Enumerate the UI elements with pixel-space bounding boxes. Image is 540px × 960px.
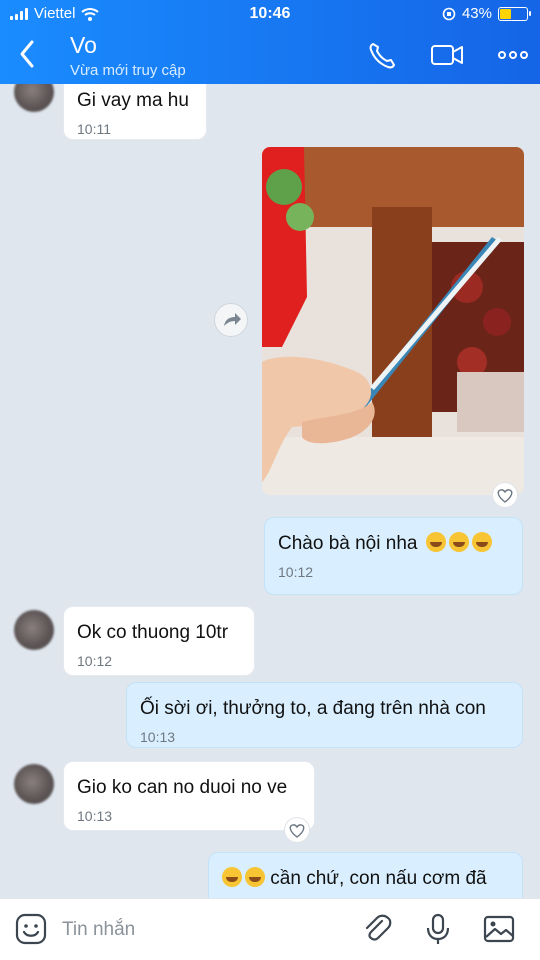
battery-percent: 43% [461, 5, 492, 22]
message-text: cần chứ, con nấu cơm đã [270, 868, 487, 889]
share-icon [224, 313, 241, 326]
react-button[interactable] [284, 817, 310, 843]
message-time: 10:12 [77, 653, 113, 669]
heart-icon [497, 489, 513, 503]
mic-icon[interactable] [421, 912, 455, 946]
presence-status: Vừa mới truy cập [70, 62, 186, 79]
heart-icon [289, 824, 305, 838]
message-text: Gio ko can no duoi no ve [77, 777, 288, 798]
battery-status: 43% [442, 5, 531, 22]
conversation-title[interactable]: Vo [70, 32, 97, 59]
avatar[interactable] [14, 84, 54, 112]
back-icon[interactable] [14, 38, 42, 70]
message-input[interactable]: Tin nhắn [62, 919, 135, 941]
message-time: 10:12 [278, 564, 314, 580]
video-call-icon[interactable] [430, 40, 464, 70]
attach-icon[interactable] [360, 912, 394, 946]
message-text: Gi vay ma hu [77, 90, 189, 111]
message-incoming[interactable]: Gio ko can no duoi no ve 10:13 [63, 761, 315, 831]
message-text: Ok co thuong 10tr [77, 622, 229, 643]
laughing-emoji-icon [448, 532, 469, 552]
message-outgoing[interactable]: cần chứ, con nấu cơm đã [208, 852, 523, 898]
rofl-emoji-icon [222, 867, 242, 887]
avatar[interactable] [14, 610, 54, 650]
message-text: Ối sời ơi, thưởng to, a đang trên nhà co… [140, 698, 486, 719]
laughing-emoji-icon [425, 532, 446, 552]
battery-icon [498, 6, 531, 21]
avatar[interactable] [14, 764, 54, 804]
pregnancy-test-photo [262, 147, 524, 495]
message-incoming[interactable]: Ok co thuong 10tr 10:12 [63, 606, 255, 676]
image-icon[interactable] [482, 912, 516, 946]
message-body: cần chứ, con nấu cơm đã [222, 867, 509, 891]
message-body: Chào bà nội nha [278, 532, 509, 556]
message-time: 10:13 [140, 729, 176, 745]
chat-header: Viettel 10:46 43% Vo Vừa mới truy cập [0, 0, 540, 84]
react-button[interactable] [492, 482, 518, 508]
message-time: 10:13 [77, 808, 113, 824]
laughing-emoji-icon [471, 532, 492, 552]
rotation-lock-icon [442, 7, 456, 20]
share-button[interactable] [214, 303, 248, 337]
photo-message[interactable] [262, 147, 524, 495]
status-bar: Viettel 10:46 43% [0, 0, 540, 28]
message-outgoing[interactable]: Ối sời ơi, thưởng to, a đang trên nhà co… [126, 682, 523, 748]
message-list[interactable]: Gi vay ma hu 10:11 Chào bà nội nha 10:12… [0, 84, 540, 898]
message-text: Chào bà nội nha [278, 533, 418, 554]
composer-bar: Tin nhắn [0, 898, 540, 960]
rofl-emoji-icon [245, 867, 265, 887]
message-time: 10:11 [77, 121, 111, 137]
sticker-icon[interactable] [14, 912, 48, 946]
phone-icon[interactable] [366, 40, 400, 70]
more-icon[interactable] [496, 40, 530, 70]
message-outgoing[interactable]: Chào bà nội nha 10:12 [264, 517, 523, 595]
message-incoming[interactable]: Gi vay ma hu 10:11 [63, 84, 207, 140]
